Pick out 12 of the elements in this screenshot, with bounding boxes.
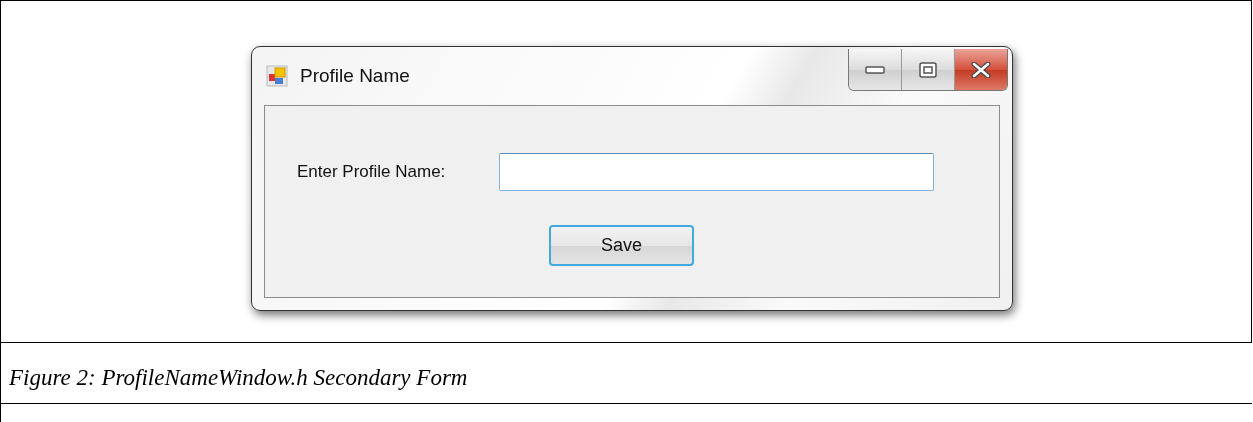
app-icon [266, 65, 288, 87]
profile-name-field[interactable] [499, 153, 934, 191]
window-title: Profile Name [300, 65, 410, 87]
field-label: Enter Profile Name: [297, 162, 447, 182]
save-button[interactable]: Save [549, 225, 694, 266]
close-icon [970, 61, 992, 78]
minimize-icon [865, 64, 885, 75]
maximize-button[interactable] [902, 49, 955, 90]
figure-caption: Figure 2: ProfileNameWindow.h Secondary Form [9, 365, 468, 390]
minimize-button[interactable] [849, 49, 902, 90]
restore-icon [919, 61, 937, 78]
close-button[interactable] [955, 49, 1007, 90]
